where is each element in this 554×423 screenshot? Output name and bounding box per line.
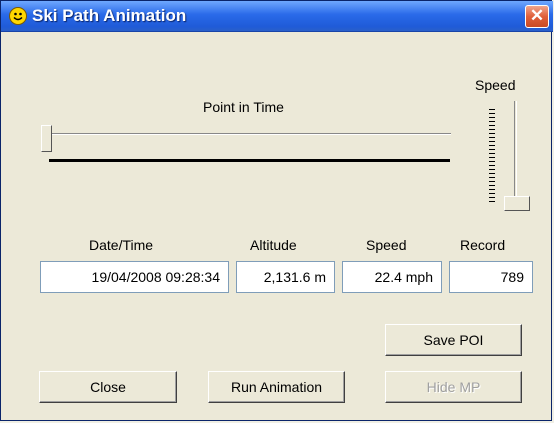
- progress-rail: [49, 159, 450, 162]
- close-button[interactable]: Close: [39, 371, 177, 403]
- window-title: Ski Path Animation: [32, 6, 187, 25]
- point-in-time-slider-thumb[interactable]: [41, 125, 52, 152]
- speed-header: Speed: [366, 237, 407, 253]
- save-poi-button[interactable]: Save POI: [385, 324, 522, 356]
- speed-slider-label: Speed: [475, 77, 516, 93]
- point-in-time-slider-track[interactable]: [51, 133, 451, 135]
- speed-slider-ticks: [489, 109, 495, 205]
- speed-slider-thumb[interactable]: [504, 196, 530, 211]
- close-icon: ✕: [529, 6, 545, 25]
- speed-field[interactable]: 22.4 mph: [342, 261, 442, 293]
- smiley-icon: [9, 7, 27, 25]
- title-bar[interactable]: Ski Path Animation ✕: [1, 1, 553, 32]
- datetime-header: Date/Time: [89, 237, 154, 253]
- record-field[interactable]: 789: [449, 261, 533, 293]
- point-in-time-label: Point in Time: [203, 99, 284, 115]
- record-header: Record: [460, 237, 506, 253]
- datetime-field[interactable]: 19/04/2008 09:28:34: [40, 261, 229, 293]
- hide-mp-button[interactable]: Hide MP: [385, 371, 522, 403]
- close-window-button[interactable]: ✕: [525, 5, 549, 28]
- run-animation-button[interactable]: Run Animation: [208, 371, 345, 403]
- speed-slider-track[interactable]: [514, 101, 517, 206]
- altitude-field[interactable]: 2,131.6 m: [236, 261, 335, 293]
- altitude-header: Altitude: [250, 237, 297, 253]
- ski-path-animation-window: Ski Path Animation ✕ Point in Time Speed…: [0, 0, 553, 421]
